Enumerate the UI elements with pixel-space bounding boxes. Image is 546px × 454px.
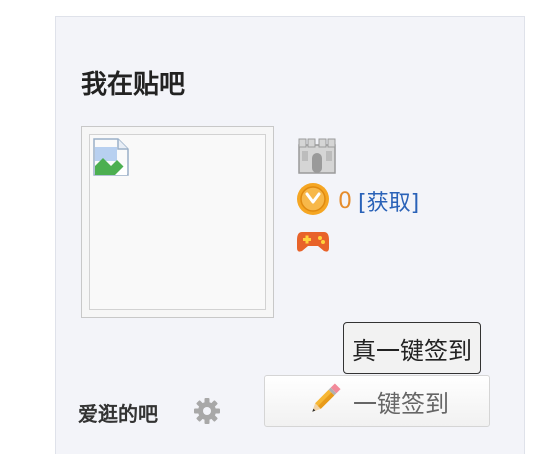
real-one-click-sign-button[interactable]: 真一键签到 — [343, 322, 481, 374]
coin-count: 0 — [338, 188, 352, 214]
broken-image-icon — [93, 138, 129, 180]
get-coins-link[interactable]: [获取] — [358, 185, 419, 217]
avatar-inner-frame — [89, 134, 266, 310]
one-click-sign-button[interactable]: 一键签到 — [264, 375, 490, 427]
coin-row: 0 [获取] — [296, 182, 419, 220]
avatar[interactable] — [81, 126, 274, 318]
favorite-forums-label: 爱逛的吧 — [78, 402, 158, 426]
gear-icon[interactable] — [192, 396, 222, 430]
sign-button-label: 一键签到 — [353, 389, 449, 418]
pencil-icon — [305, 379, 345, 423]
section-title: 我在贴吧 — [81, 70, 186, 100]
gamepad-icon — [296, 228, 330, 258]
tower-icon — [296, 137, 338, 179]
coin-icon — [296, 182, 330, 220]
